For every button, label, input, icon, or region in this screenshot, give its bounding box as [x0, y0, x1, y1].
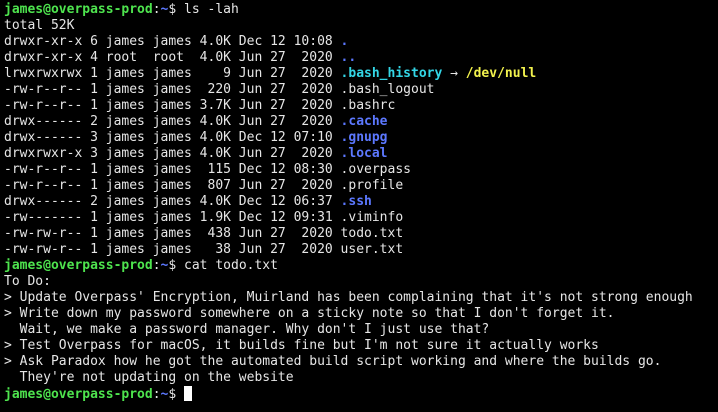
ls-entry-name: .bashrc [340, 98, 396, 113]
ls-entry-name: .bash_logout [340, 82, 435, 97]
ls-entry-row: drwxr-xr-x 6 james james 4.0K Dec 12 10:… [4, 34, 718, 50]
ls-total-line: total 52K [4, 18, 75, 33]
ls-entry-meta: -rw-r--r-- 1 james james 115 Dec 12 08:3… [4, 162, 341, 177]
ls-entry-meta: -rw-r--r-- 1 james james 807 Jun 27 2020 [4, 178, 341, 193]
ls-entry-row: -rw-r--r-- 1 james james 807 Jun 27 2020… [4, 178, 718, 194]
prompt-separator: : [152, 2, 161, 17]
ls-entry-meta: -rw-rw-r-- 1 james james 438 Jun 27 2020 [4, 226, 341, 241]
ls-entry-row: drwx------ 2 james james 4.0K Dec 12 06:… [4, 194, 718, 210]
todo-line: > Write down my password somewhere on a … [4, 306, 615, 321]
todo-line: To Do: [4, 274, 51, 289]
ls-entry-meta: drwx------ 3 james james 4.0K Dec 12 07:… [4, 130, 341, 145]
ls-entry-meta: -rw-rw-r-- 1 james james 38 Jun 27 2020 [4, 242, 341, 257]
prompt-symbol: $ [168, 2, 185, 17]
ls-entry-row: drwxrwxr-x 3 james james 4.0K Jun 27 202… [4, 146, 718, 162]
prompt-user-host: james@overpass-prod [4, 2, 153, 17]
ls-entry-name: .viminfo [340, 210, 404, 225]
ls-entry-name: . [340, 34, 349, 49]
ls-entry-meta: -rw------- 1 james james 1.9K Dec 12 09:… [4, 210, 341, 225]
ls-entry-name: .ssh [340, 194, 372, 209]
command-text: cat todo.txt [184, 258, 278, 273]
todo-line: > Update Overpass' Encryption, Muirland … [4, 290, 693, 305]
ls-entry-row: drwx------ 3 james james 4.0K Dec 12 07:… [4, 130, 718, 146]
ls-entry-name: user.txt [340, 242, 404, 257]
symlink-target: /dev/null [465, 66, 537, 81]
command-line-cat: james@overpass-prod:~$ cat todo.txt [4, 258, 718, 274]
ls-entry-meta: drwxrwxr-x 3 james james 4.0K Jun 27 202… [4, 146, 341, 161]
ls-entry-meta: drwx------ 2 james james 4.0K Jun 27 202… [4, 114, 341, 129]
ls-entry-row: -rw-r--r-- 1 james james 3.7K Jun 27 202… [4, 98, 718, 114]
ls-listing: drwxr-xr-x 6 james james 4.0K Dec 12 10:… [4, 34, 718, 258]
ls-entry-name: .bash_history [340, 66, 443, 81]
ls-entry-row: -rw-rw-r-- 1 james james 38 Jun 27 2020 … [4, 242, 718, 258]
prompt-symbol: $ [168, 387, 185, 402]
ls-entry-meta: drwxr-xr-x 4 root root 4.0K Jun 27 2020 [4, 50, 341, 65]
ls-entry-meta: drwx------ 2 james james 4.0K Dec 12 06:… [4, 194, 341, 209]
ls-entry-name: .cache [340, 114, 388, 129]
prompt-separator: : [152, 258, 161, 273]
todo-file-content: To Do: > Update Overpass' Encryption, Mui… [4, 274, 718, 386]
ls-entry-name: .overpass [340, 162, 411, 177]
ls-entry-row: drwxr-xr-x 4 root root 4.0K Jun 27 2020 … [4, 50, 718, 66]
prompt-user-host: james@overpass-prod [4, 387, 153, 402]
ls-entry-meta: lrwxrwxrwx 1 james james 9 Jun 27 2020 [4, 66, 341, 81]
ls-entry-row: -rw-r--r-- 1 james james 115 Dec 12 08:3… [4, 162, 718, 178]
ls-entry-name: todo.txt [340, 226, 404, 241]
command-text: ls -lah [184, 2, 239, 17]
ls-entry-name: .local [340, 146, 388, 161]
command-line-ls: james@overpass-prod:~$ ls -lah [4, 2, 718, 18]
ls-entry-row: -rw-rw-r-- 1 james james 438 Jun 27 2020… [4, 226, 718, 242]
text-cursor[interactable] [184, 386, 193, 401]
prompt-symbol: $ [168, 258, 185, 273]
ls-entry-meta: -rw-r--r-- 1 james james 220 Jun 27 2020 [4, 82, 341, 97]
ls-entry-row: lrwxrwxrwx 1 james james 9 Jun 27 2020 .… [4, 66, 718, 82]
terminal-window[interactable]: james@overpass-prod:~$ ls -lah total 52K… [0, 0, 718, 412]
todo-line: They're not updating on the website [4, 370, 294, 385]
ls-entry-row: -rw------- 1 james james 1.9K Dec 12 09:… [4, 210, 718, 226]
ls-entry-row: -rw-r--r-- 1 james james 220 Jun 27 2020… [4, 82, 718, 98]
ls-entry-name: .. [340, 50, 357, 65]
prompt-user-host: james@overpass-prod [4, 258, 153, 273]
ls-entry-meta: -rw-r--r-- 1 james james 3.7K Jun 27 202… [4, 98, 341, 113]
ls-entry-row: drwx------ 2 james james 4.0K Jun 27 202… [4, 114, 718, 130]
todo-line: > Ask Paradox how he got the automated b… [4, 354, 662, 369]
symlink-arrow-icon: → [442, 66, 466, 81]
ls-entry-name: .profile [340, 178, 404, 193]
todo-line: > Test Overpass for macOS, it builds fin… [4, 338, 599, 353]
ls-entry-name: .gnupg [340, 130, 388, 145]
prompt-separator: : [152, 387, 161, 402]
ls-entry-meta: drwxr-xr-x 6 james james 4.0K Dec 12 10:… [4, 34, 341, 49]
command-line-active[interactable]: james@overpass-prod:~$ [4, 386, 718, 402]
todo-line: Wait, we make a password manager. Why do… [4, 322, 490, 337]
